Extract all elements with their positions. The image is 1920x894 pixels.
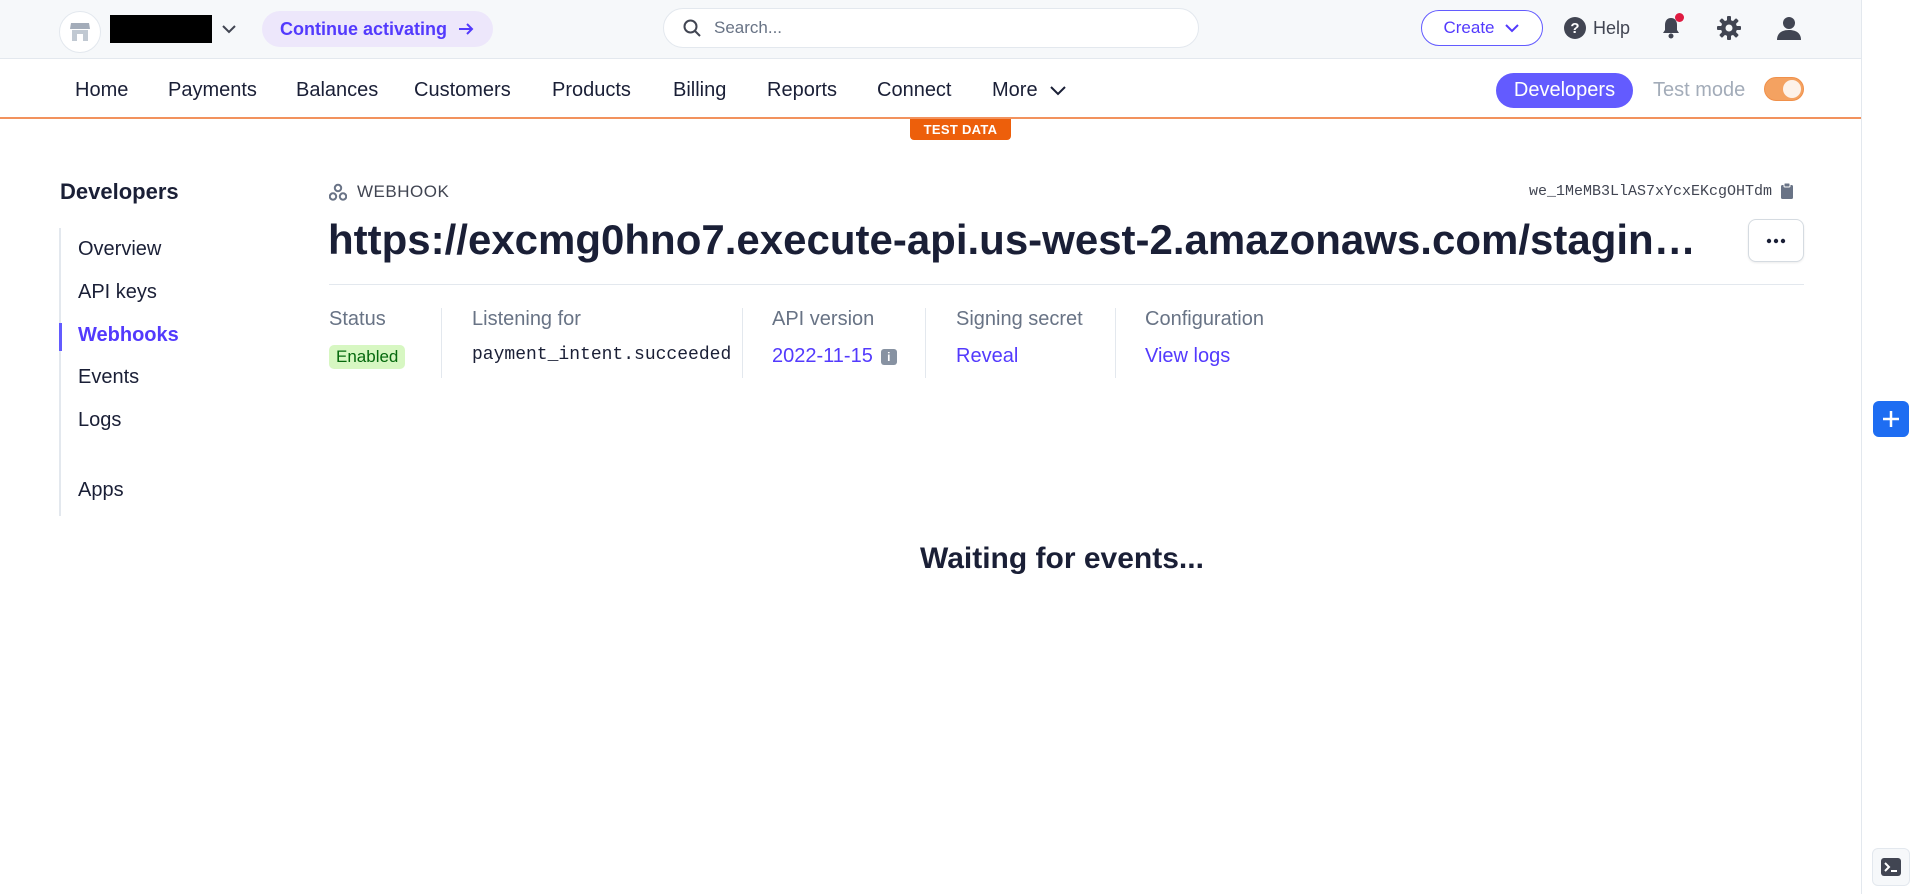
webhook-id[interactable]: we_1MeMB3LlAS7xYcxEKcgOHTdm [1529,182,1794,200]
svg-text:?: ? [1570,20,1579,37]
gear-icon [1717,16,1741,40]
webhook-icon [329,183,347,201]
help-button[interactable]: ? Help [1563,13,1630,43]
webhook-type-label: WEBHOOK [357,182,450,201]
add-panel-button[interactable] [1873,401,1909,437]
terminal-icon [1881,858,1901,876]
chevron-down-icon [1049,85,1066,95]
status-label: Status [329,308,386,330]
sidebar-item-webhooks[interactable]: Webhooks [78,324,179,347]
user-icon [1777,17,1801,40]
reveal-secret-link[interactable]: Reveal [956,345,1083,368]
sidebar-item-api-keys[interactable]: API keys [78,281,157,304]
create-button[interactable]: Create [1421,10,1543,46]
webhook-id-value: we_1MeMB3LlAS7xYcxEKcgOHTdm [1528,182,1772,200]
webhook-url: https://excmg0hno7.execute-api.us-west-2… [328,216,1713,263]
help-label: Help [1593,17,1631,38]
sidebar-item-logs[interactable]: Logs [78,409,121,432]
help-icon: ? [1564,17,1586,39]
nav-home[interactable]: Home [75,79,128,102]
sidebar-active-indicator [59,323,62,351]
developers-label: Developers [1513,79,1616,101]
chevron-down-icon[interactable] [218,18,240,40]
detail-configuration: Configuration View logs [1145,308,1264,368]
shell-button[interactable] [1872,848,1910,886]
continue-activating-button[interactable]: Continue activating [262,11,494,47]
info-icon[interactable]: i [880,349,897,365]
settings-button[interactable] [1714,13,1744,43]
detail-status: Status Enabled [329,308,406,369]
listening-label: Listening for [472,308,581,330]
header-divider [329,284,1804,285]
notification-dot [1675,13,1684,22]
api-version-label: API version [772,308,875,330]
sidebar-title: Developers [60,179,179,204]
webhook-type: WEBHOOK [329,182,449,202]
nav-connect[interactable]: Connect [877,79,952,102]
developers-button[interactable]: Developers [1496,73,1633,108]
detail-separator [925,308,926,378]
continue-activating-label: Continue activating [280,18,448,39]
search-input[interactable] [714,18,1154,38]
test-mode-label: Test mode [1653,79,1746,101]
arrow-right-icon [459,23,474,35]
sidebar-item-events[interactable]: Events [78,366,139,389]
nav-more[interactable]: More [992,79,1068,102]
sidebar-item-apps[interactable]: Apps [78,479,124,502]
nav-balances[interactable]: Balances [296,79,378,102]
main-nav: Home Payments Balances Customers Product… [0,59,1861,119]
clipboard-icon[interactable] [1780,182,1794,200]
test-mode-toggle[interactable] [1764,77,1804,101]
signing-secret-label: Signing secret [956,308,1083,330]
nav-billing[interactable]: Billing [673,79,726,102]
status-badge: Enabled [329,345,406,369]
sidebar-rail [59,228,61,516]
detail-separator [441,308,442,378]
nav-reports[interactable]: Reports [767,79,837,102]
empty-state-message: Waiting for events... [920,542,1204,575]
api-version-link[interactable]: 2022-11-15 [772,345,873,367]
nav-customers[interactable]: Customers [414,79,511,102]
account-name-redacted[interactable] [110,15,212,43]
plus-icon [1883,411,1899,427]
more-actions-button[interactable] [1748,219,1804,262]
detail-separator [742,308,743,378]
toggle-knob [1783,80,1801,98]
detail-separator [1115,308,1116,378]
search-bar[interactable] [663,8,1199,48]
nav-payments[interactable]: Payments [168,79,257,102]
right-rail [1861,0,1920,894]
create-label: Create [1443,18,1495,37]
detail-signing-secret: Signing secret Reveal [956,308,1083,368]
detail-api-version: API version 2022-11-15 i [772,308,897,368]
detail-listening: Listening for payment_intent.succeeded [472,308,731,365]
nav-more-label: More [992,79,1038,101]
chevron-down-icon [1504,24,1519,33]
sidebar-item-overview[interactable]: Overview [78,238,161,261]
view-logs-link[interactable]: View logs [1145,345,1264,368]
search-icon [683,19,701,37]
top-bar: Continue activating Create ? Help [0,0,1861,59]
configuration-label: Configuration [1145,308,1264,330]
store-icon[interactable] [59,11,101,53]
notifications-button[interactable] [1656,13,1686,43]
nav-products[interactable]: Products [552,79,631,102]
ellipsis-icon [1766,238,1786,243]
profile-button[interactable] [1774,13,1804,43]
listening-value: payment_intent.succeeded [472,345,732,365]
test-data-badge: TEST DATA [910,119,1011,140]
